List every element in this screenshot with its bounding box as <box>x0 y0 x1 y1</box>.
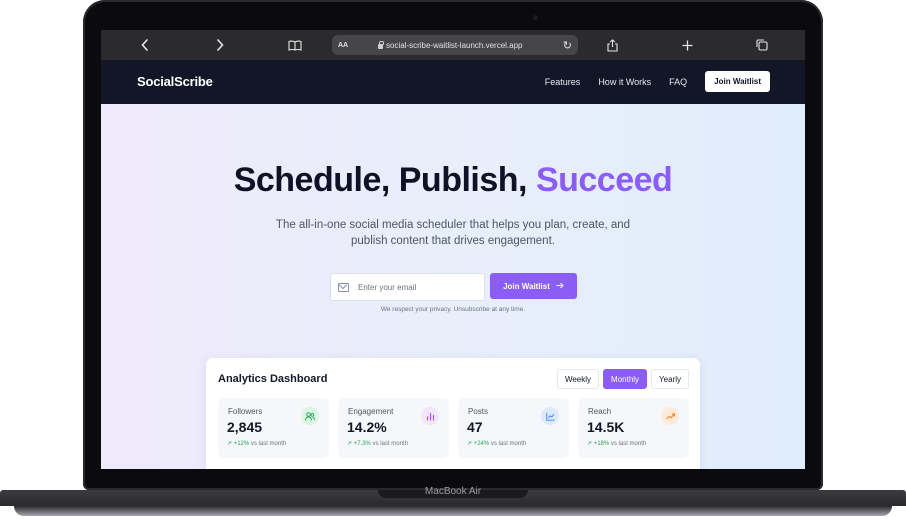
stat-card-reach: Reach 14.5K ↗ +18% vs last month <box>578 398 689 458</box>
hero-subtitle: The all-in-one social media scheduler th… <box>261 217 645 249</box>
email-input[interactable] <box>356 281 480 293</box>
laptop-base: MacBook Air <box>0 486 906 520</box>
stat-card-posts: Posts 47 ↗ +24% vs last month <box>458 398 569 458</box>
join-waitlist-button[interactable]: Join Waitlist <box>490 273 577 299</box>
hero-headline: Schedule, Publish, Succeed <box>101 161 805 200</box>
analytics-dashboard: Analytics Dashboard Weekly Monthly Yearl… <box>206 358 700 469</box>
email-field[interactable] <box>330 273 485 301</box>
nav-link-faq[interactable]: FAQ <box>669 77 687 87</box>
browser-toolbar: AA social-scribe-waitlist-launch.vercel.… <box>101 30 805 60</box>
stat-change-suffix: vs last month <box>372 441 408 447</box>
arrow-right-icon <box>556 282 564 291</box>
base-top: MacBook Air <box>0 486 906 506</box>
period-monthly-button[interactable]: Monthly <box>603 369 648 389</box>
stat-trend: ↗ +18% vs last month <box>587 440 646 447</box>
bar-chart-icon <box>421 407 439 425</box>
stat-change-suffix: vs last month <box>610 441 647 447</box>
reload-icon[interactable]: ↻ <box>563 39 572 52</box>
subtitle-line-2: publish content that drives engagement. <box>351 235 555 247</box>
privacy-note: We respect your privacy. Unsubscribe at … <box>380 306 526 313</box>
stat-label: Posts <box>468 407 489 416</box>
headline-text: Schedule, Publish, <box>233 161 536 199</box>
users-icon <box>301 407 319 425</box>
tabs-icon[interactable] <box>749 30 775 60</box>
stat-card-engagement: Engagement 14.2% ↗ +7.3% vs last month <box>338 398 449 458</box>
lock-icon <box>378 40 384 49</box>
site-navbar: SocialScribe Features How it Works FAQ J… <box>101 60 805 104</box>
stat-value: 2,845 <box>227 419 263 435</box>
headline-accent: Succeed <box>535 161 673 199</box>
stat-trend: ↗ +12% vs last month <box>227 440 286 447</box>
period-selector: Weekly Monthly Yearly <box>556 369 689 389</box>
share-icon[interactable] <box>599 30 625 60</box>
model-label: MacBook Air <box>424 486 482 497</box>
dashboard-title: Analytics Dashboard <box>218 373 328 385</box>
book-icon[interactable] <box>282 30 308 60</box>
base-bottom <box>14 506 892 516</box>
nav-link-how-it-works[interactable]: How it Works <box>598 77 651 87</box>
stat-change: +12% <box>233 441 250 447</box>
trending-up-icon: ↗ <box>227 441 233 447</box>
url-text: social-scribe-waitlist-launch.vercel.app <box>378 40 523 50</box>
stat-value: 14.2% <box>347 419 387 435</box>
mail-icon <box>338 282 349 292</box>
stat-value: 47 <box>467 419 483 435</box>
nav-links: Features How it Works FAQ Join Waitlist <box>545 71 770 92</box>
stat-label: Engagement <box>348 407 394 416</box>
stat-change: +18% <box>593 441 610 447</box>
hero-section: Schedule, Publish, Succeed The all-in-on… <box>101 104 805 469</box>
stat-change: +7.3% <box>353 441 371 447</box>
period-yearly-button[interactable]: Yearly <box>651 369 689 389</box>
stat-change-suffix: vs last month <box>250 441 287 447</box>
laptop-screen: AA social-scribe-waitlist-launch.vercel.… <box>101 30 805 469</box>
site-logo[interactable]: SocialScribe <box>137 74 213 89</box>
trending-up-icon: ↗ <box>467 441 473 447</box>
stat-trend: ↗ +7.3% vs last month <box>347 440 408 447</box>
stat-change: +24% <box>473 441 490 447</box>
stat-trend: ↗ +24% vs last month <box>467 440 526 447</box>
address-bar[interactable]: AA social-scribe-waitlist-launch.vercel.… <box>332 35 578 55</box>
stat-cards: Followers 2,845 ↗ +12% vs last month Eng… <box>218 398 689 458</box>
plus-icon[interactable] <box>674 30 700 60</box>
join-waitlist-label: Join Waitlist <box>503 281 550 291</box>
trending-up-icon: ↗ <box>347 441 353 447</box>
join-waitlist-nav-button[interactable]: Join Waitlist <box>705 71 770 92</box>
trending-up-icon <box>661 407 679 425</box>
chevron-left-icon[interactable] <box>132 30 158 60</box>
stat-change-suffix: vs last month <box>490 441 527 447</box>
url: social-scribe-waitlist-launch.vercel.app <box>386 40 523 50</box>
reader-label[interactable]: AA <box>338 42 348 49</box>
chevron-right-icon[interactable] <box>207 30 233 60</box>
trending-up-icon: ↗ <box>587 441 593 447</box>
nav-link-features[interactable]: Features <box>545 77 581 87</box>
camera <box>533 15 538 20</box>
stat-card-followers: Followers 2,845 ↗ +12% vs last month <box>218 398 329 458</box>
line-chart-icon <box>541 407 559 425</box>
stat-label: Followers <box>228 407 263 416</box>
period-weekly-button[interactable]: Weekly <box>556 369 600 389</box>
stat-label: Reach <box>588 407 612 416</box>
subtitle-line-1: The all-in-one social media scheduler th… <box>275 219 631 231</box>
stat-value: 14.5K <box>587 419 625 435</box>
